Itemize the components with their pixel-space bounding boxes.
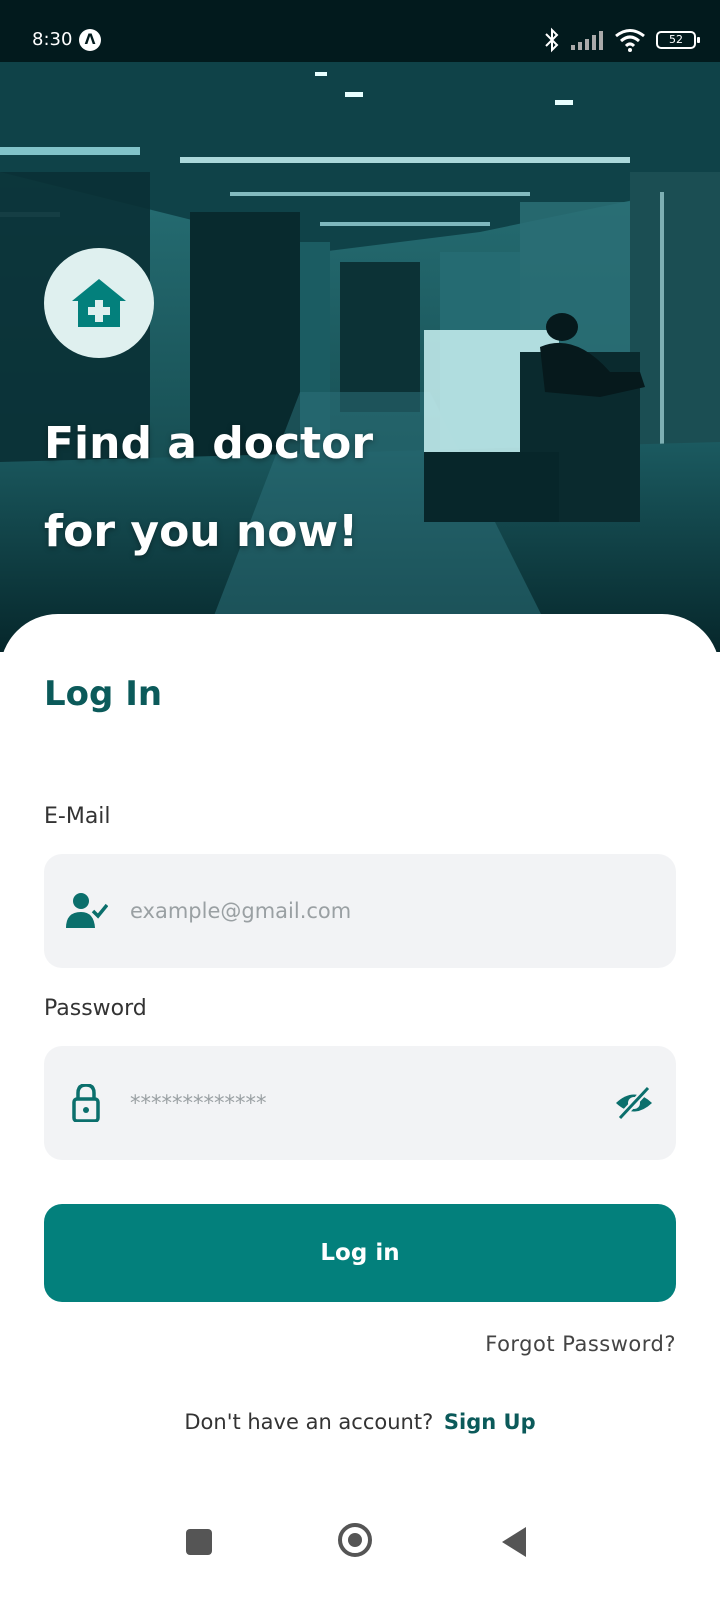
user-check-icon <box>66 893 108 928</box>
signup-row: Don't have an account? Sign Up <box>0 1410 720 1434</box>
password-label: Password <box>44 996 147 1021</box>
lock-icon <box>72 1084 100 1122</box>
app-notification-icon: Λ <box>79 29 101 51</box>
eye-off-icon[interactable] <box>614 1084 654 1122</box>
signup-link[interactable]: Sign Up <box>444 1410 536 1434</box>
hero-title-line-2: for you now! <box>44 506 359 557</box>
password-input[interactable] <box>128 1046 592 1160</box>
email-label: E-Mail <box>44 804 111 829</box>
email-field-container <box>44 854 676 968</box>
hero-banner: Find a doctor for you now! <box>0 62 720 652</box>
status-bar: 8:30 Λ 52 <box>0 0 720 62</box>
login-heading: Log In <box>44 674 163 714</box>
recent-apps-button[interactable] <box>186 1529 212 1555</box>
back-button[interactable] <box>502 1527 526 1557</box>
login-sheet: Log In E-Mail Password Log in Forgot Pas… <box>0 614 720 1600</box>
bluetooth-icon <box>545 27 559 53</box>
home-button[interactable] <box>338 1523 372 1557</box>
battery-icon: 52 <box>656 31 700 49</box>
signup-prompt: Don't have an account? <box>184 1410 434 1434</box>
hospital-house-plus-icon <box>72 279 126 327</box>
login-button[interactable]: Log in <box>44 1204 676 1302</box>
forgot-password-link[interactable]: Forgot Password? <box>485 1332 676 1356</box>
battery-level: 52 <box>669 33 683 46</box>
status-time: 8:30 <box>32 29 73 50</box>
hero-title-line-1: Find a doctor <box>44 418 374 469</box>
system-nav-bar <box>0 1505 720 1600</box>
signal-icon <box>571 31 603 50</box>
hero-title: Find a doctor for you now! <box>44 400 644 576</box>
email-input[interactable] <box>128 854 592 968</box>
password-field-container <box>44 1046 676 1160</box>
wifi-icon <box>615 29 645 52</box>
status-icons: 52 <box>544 26 700 54</box>
app-logo <box>44 248 154 358</box>
